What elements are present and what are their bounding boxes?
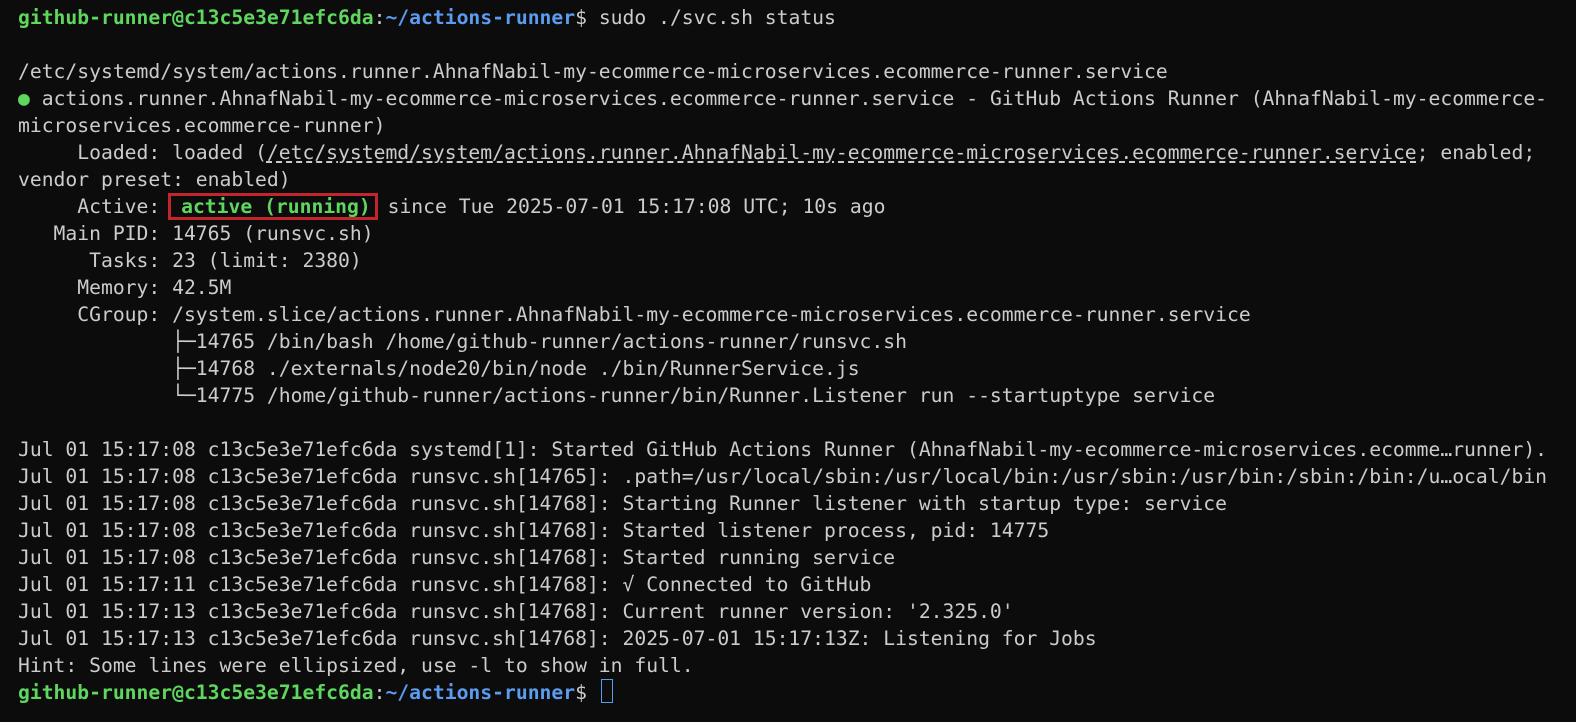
- loaded-suffix: ; enabled;: [1416, 141, 1536, 164]
- cgroup-process: ├─14768 ./externals/node20/bin/node ./bi…: [18, 357, 860, 380]
- prompt-line: github-runner@c13c5e3e71efc6da:~/actions…: [18, 4, 1576, 31]
- loaded-label: Loaded:: [18, 141, 173, 164]
- status-dot-icon: ●: [18, 87, 30, 110]
- prompt-dollar: $: [575, 681, 599, 704]
- log-line: Jul 01 15:17:11 c13c5e3e71efc6da runsvc.…: [18, 573, 872, 596]
- service-title-line-2: microservices.ecommerce-runner): [18, 114, 386, 137]
- unit-file-path: /etc/systemd/system/actions.runner.Ahnaf…: [18, 60, 1168, 83]
- cgroup-line: CGroup: /system.slice/actions.runner.Ahn…: [18, 303, 1251, 326]
- prompt-line-current[interactable]: github-runner@c13c5e3e71efc6da:~/actions…: [18, 679, 1576, 706]
- cgroup-process: └─14775 /home/github-runner/actions-runn…: [18, 384, 1216, 407]
- prompt-user-host: github-runner@c13c5e3e71efc6da: [18, 681, 374, 704]
- active-label: Active:: [18, 195, 173, 218]
- active-since: since Tue 2025-07-01 15:17:08 UTC; 10s a…: [375, 195, 886, 218]
- memory-line: Memory: 42.5M: [18, 276, 232, 299]
- log-line: Jul 01 15:17:08 c13c5e3e71efc6da runsvc.…: [18, 492, 1227, 515]
- log-line: Jul 01 15:17:08 c13c5e3e71efc6da systemd…: [18, 438, 1548, 461]
- log-line: Jul 01 15:17:08 c13c5e3e71efc6da runsvc.…: [18, 519, 1050, 542]
- active-state: active (running): [181, 195, 371, 218]
- active-state-highlight: active (running): [168, 193, 378, 220]
- log-line: Jul 01 15:17:08 c13c5e3e71efc6da runsvc.…: [18, 465, 1548, 488]
- prompt-user-host: github-runner@c13c5e3e71efc6da: [18, 6, 374, 29]
- loaded-line-2: vendor preset: enabled): [18, 168, 291, 191]
- tasks-line: Tasks: 23 (limit: 2380): [18, 249, 362, 272]
- service-title-text: actions.runner.AhnafNabil-my-ecommerce-m…: [29, 87, 1548, 110]
- service-title-line: ● actions.runner.AhnafNabil-my-ecommerce…: [18, 85, 1576, 112]
- main-pid-line: Main PID: 14765 (runsvc.sh): [18, 222, 374, 245]
- prompt-colon: :: [373, 6, 386, 29]
- command-text: sudo ./svc.sh status: [598, 6, 836, 29]
- loaded-line: Loaded: loaded (/etc/systemd/system/acti…: [18, 139, 1576, 166]
- prompt-path: ~/actions-runner: [385, 681, 576, 704]
- prompt-dollar: $: [575, 6, 599, 29]
- cgroup-process: ├─14765 /bin/bash /home/github-runner/ac…: [18, 330, 907, 353]
- loaded-prefix: loaded (: [172, 141, 267, 164]
- prompt-path: ~/actions-runner: [385, 6, 576, 29]
- log-line: Jul 01 15:17:13 c13c5e3e71efc6da runsvc.…: [18, 600, 1014, 623]
- text-cursor[interactable]: [600, 679, 613, 703]
- hint-line: Hint: Some lines were ellipsized, use -l…: [18, 654, 694, 677]
- loaded-path-link[interactable]: /etc/systemd/system/actions.runner.Ahnaf…: [267, 141, 1417, 164]
- terminal-window[interactable]: github-runner@c13c5e3e71efc6da:~/actions…: [0, 0, 1576, 722]
- log-line: Jul 01 15:17:13 c13c5e3e71efc6da runsvc.…: [18, 627, 1097, 650]
- prompt-colon: :: [373, 681, 386, 704]
- log-line: Jul 01 15:17:08 c13c5e3e71efc6da runsvc.…: [18, 546, 896, 569]
- active-line: Active: active (running) since Tue 2025-…: [18, 193, 1576, 220]
